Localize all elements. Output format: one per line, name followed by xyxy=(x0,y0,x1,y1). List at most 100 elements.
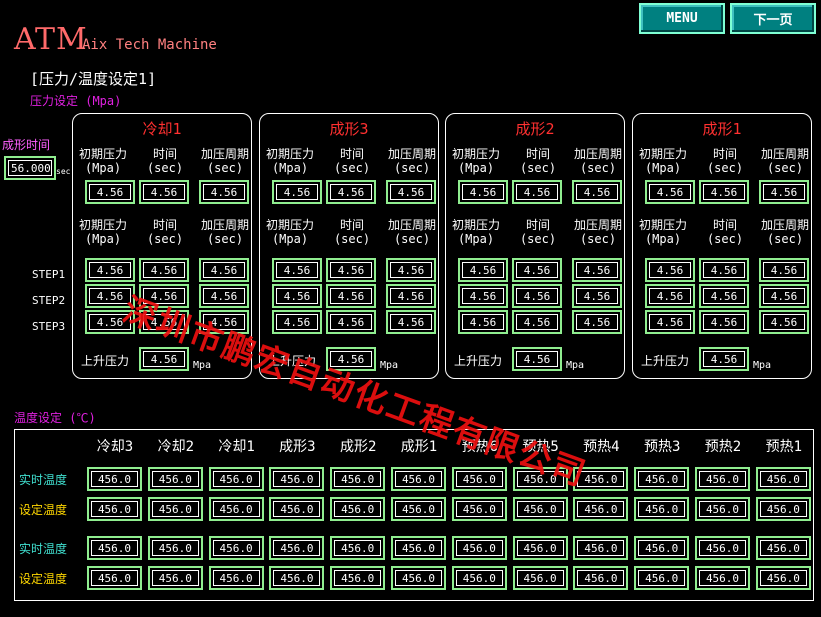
initial-value-input[interactable]: 4.56 xyxy=(699,180,749,204)
step-value-input[interactable]: 4.56 xyxy=(326,310,376,334)
temp-value-cell[interactable]: 456.0 xyxy=(147,497,203,521)
temp-value-cell[interactable]: 456.0 xyxy=(695,467,750,491)
initial-value-input[interactable]: 4.56 xyxy=(458,180,508,204)
temp-column-header: 预热1 xyxy=(765,439,803,455)
temp-value-cell[interactable]: 456.0 xyxy=(755,467,811,491)
temp-value-cell[interactable]: 456.0 xyxy=(208,536,264,560)
temp-value-cell[interactable]: 456.0 xyxy=(573,497,629,521)
temp-value-cell[interactable]: 456.0 xyxy=(208,467,264,491)
temp-value-cell[interactable]: 456.0 xyxy=(269,497,325,521)
temp-value-cell[interactable]: 456.0 xyxy=(573,566,629,590)
temp-value-cell[interactable]: 456.0 xyxy=(391,566,446,590)
step-value-input[interactable]: 4.56 xyxy=(699,284,749,308)
column-header: 时间 (sec) xyxy=(146,218,184,246)
temp-value-cell[interactable]: 456.0 xyxy=(634,536,690,560)
temp-value-cell[interactable]: 456.0 xyxy=(87,497,142,521)
step-value-input[interactable]: 4.56 xyxy=(512,258,562,282)
initial-value-input[interactable]: 4.56 xyxy=(139,180,189,204)
menu-button[interactable]: MENU xyxy=(639,3,725,34)
temp-value-cell[interactable]: 456.0 xyxy=(573,536,629,560)
initial-value-input[interactable]: 4.56 xyxy=(272,180,322,204)
initial-value-input[interactable]: 4.56 xyxy=(512,180,562,204)
temp-value-cell[interactable]: 456.0 xyxy=(512,497,568,521)
step-value-input[interactable]: 4.56 xyxy=(512,310,562,334)
rise-pressure-label: 上升压力 xyxy=(454,354,503,368)
step-value-input[interactable]: 4.56 xyxy=(199,258,249,282)
step-value-input[interactable]: 4.56 xyxy=(272,284,322,308)
initial-value-input[interactable]: 4.56 xyxy=(759,180,809,204)
step-value-input[interactable]: 4.56 xyxy=(572,310,622,334)
temp-value-cell[interactable]: 456.0 xyxy=(391,497,446,521)
temp-value-cell[interactable]: 456.0 xyxy=(695,566,750,590)
step-value-input[interactable]: 4.56 xyxy=(272,258,322,282)
temp-value-cell[interactable]: 456.0 xyxy=(208,566,264,590)
step-value-input[interactable]: 4.56 xyxy=(572,258,622,282)
temp-value-cell[interactable]: 456.0 xyxy=(634,566,690,590)
step-value-input[interactable]: 4.56 xyxy=(386,258,436,282)
initial-value-input[interactable]: 4.56 xyxy=(386,180,436,204)
step-value-input[interactable]: 4.56 xyxy=(645,310,695,334)
temp-value-cell[interactable]: 456.0 xyxy=(755,497,811,521)
step-value-input[interactable]: 4.56 xyxy=(512,284,562,308)
temp-value-cell[interactable]: 456.0 xyxy=(451,536,507,560)
temp-value-cell[interactable]: 456.0 xyxy=(512,536,568,560)
temp-value-cell[interactable]: 456.0 xyxy=(634,467,690,491)
step-value-input[interactable]: 4.56 xyxy=(699,310,749,334)
initial-value-input[interactable]: 4.56 xyxy=(645,180,695,204)
temp-value-cell[interactable]: 456.0 xyxy=(208,497,264,521)
step-value-input[interactable]: 4.56 xyxy=(645,284,695,308)
initial-value-input[interactable]: 4.56 xyxy=(572,180,622,204)
temp-value-cell[interactable]: 456.0 xyxy=(451,566,507,590)
rise-pressure-input[interactable]: 4.56 xyxy=(699,347,749,371)
temp-value-cell[interactable]: 456.0 xyxy=(87,566,142,590)
rise-pressure-input[interactable]: 4.56 xyxy=(512,347,562,371)
initial-value-input[interactable]: 4.56 xyxy=(85,180,135,204)
step-value-input[interactable]: 4.56 xyxy=(199,284,249,308)
temp-value-cell[interactable]: 456.0 xyxy=(695,536,750,560)
step-value-input[interactable]: 4.56 xyxy=(759,310,809,334)
step-value-input[interactable]: 4.56 xyxy=(572,284,622,308)
step-value-input[interactable]: 4.56 xyxy=(458,284,508,308)
initial-value-input[interactable]: 4.56 xyxy=(199,180,249,204)
temp-value-cell[interactable]: 456.0 xyxy=(391,536,446,560)
step-value-input[interactable]: 4.56 xyxy=(139,258,189,282)
initial-value-input[interactable]: 4.56 xyxy=(326,180,376,204)
temp-value-cell[interactable]: 456.0 xyxy=(451,467,507,491)
step-value-input[interactable]: 4.56 xyxy=(272,310,322,334)
step-value-input[interactable]: 4.56 xyxy=(458,310,508,334)
temp-value-cell[interactable]: 456.0 xyxy=(147,467,203,491)
step-value-input[interactable]: 4.56 xyxy=(326,284,376,308)
temp-value-cell[interactable]: 456.0 xyxy=(695,497,750,521)
temp-value-cell[interactable]: 456.0 xyxy=(269,566,325,590)
step-value-input[interactable]: 4.56 xyxy=(458,258,508,282)
temp-value-cell[interactable]: 456.0 xyxy=(512,566,568,590)
temp-value-cell[interactable]: 456.0 xyxy=(87,536,142,560)
panel-title: 成形3 xyxy=(329,120,369,138)
next-page-button[interactable]: 下一页 xyxy=(730,3,816,34)
temp-value-cell[interactable]: 456.0 xyxy=(330,536,386,560)
step-value-input[interactable]: 4.56 xyxy=(699,258,749,282)
forming-time-input[interactable]: 56.000 xyxy=(4,156,56,180)
temp-value-cell[interactable]: 456.0 xyxy=(330,566,386,590)
temp-value-cell[interactable]: 456.0 xyxy=(634,497,690,521)
step-value-input[interactable]: 4.56 xyxy=(645,258,695,282)
temp-value-cell[interactable]: 456.0 xyxy=(147,536,203,560)
column-header: 加压周期 (sec) xyxy=(573,218,622,246)
temp-value-cell[interactable]: 456.0 xyxy=(269,536,325,560)
temperature-section-label: 温度设定 (℃) xyxy=(14,411,96,425)
step-value-input[interactable]: 4.56 xyxy=(386,284,436,308)
step-value-input[interactable]: 4.56 xyxy=(326,258,376,282)
temp-value-cell[interactable]: 456.0 xyxy=(755,536,811,560)
temp-value-cell[interactable]: 456.0 xyxy=(87,467,142,491)
temp-value-cell[interactable]: 456.0 xyxy=(330,467,386,491)
step-value-input[interactable]: 4.56 xyxy=(759,258,809,282)
step-value-input[interactable]: 4.56 xyxy=(85,258,135,282)
temp-value-cell[interactable]: 456.0 xyxy=(755,566,811,590)
temp-value-cell[interactable]: 456.0 xyxy=(391,467,446,491)
temp-value-cell[interactable]: 456.0 xyxy=(330,497,386,521)
step-value-input[interactable]: 4.56 xyxy=(386,310,436,334)
temp-value-cell[interactable]: 456.0 xyxy=(451,497,507,521)
step-value-input[interactable]: 4.56 xyxy=(759,284,809,308)
temp-value-cell[interactable]: 456.0 xyxy=(269,467,325,491)
temp-value-cell[interactable]: 456.0 xyxy=(147,566,203,590)
